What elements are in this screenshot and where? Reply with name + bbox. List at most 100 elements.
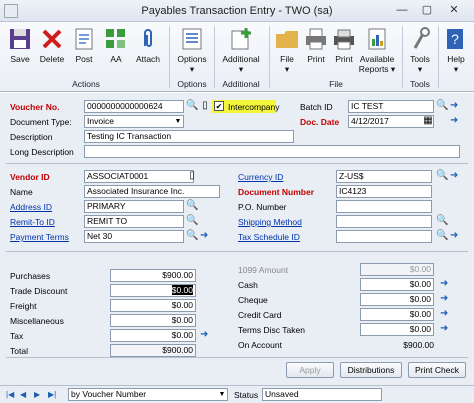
batch-id-label: Batch ID xyxy=(300,102,333,112)
vendor-id-label: Vendor ID xyxy=(10,172,50,182)
expand-arrow-icon[interactable]: ➜ xyxy=(440,308,450,320)
group-file: File xyxy=(329,79,343,89)
post-icon xyxy=(75,28,93,50)
attach-button[interactable]: Attach xyxy=(133,26,163,64)
ribbon-toolbar: Save Delete Post AA Attach Actions Optio… xyxy=(0,22,474,92)
status-bar: |◀ ◀ ▶ ▶| by Voucher Number ▼ Status Uns… xyxy=(0,385,474,403)
distributions-button[interactable]: Distributions xyxy=(340,362,402,378)
tools-button[interactable]: Tools ▾ xyxy=(406,26,434,74)
freight-field[interactable]: $0.00 xyxy=(110,299,196,312)
freight-label: Freight xyxy=(10,301,37,311)
next-record-icon[interactable]: ▶ xyxy=(34,389,44,401)
purchases-field[interactable]: $900.00 xyxy=(110,269,196,282)
post-button[interactable]: Post xyxy=(70,26,98,64)
remit-to-id-field[interactable]: REMIT TO xyxy=(84,215,184,228)
expand-arrow-icon[interactable]: ➜ xyxy=(450,115,460,127)
batch-id-field[interactable]: IC TEST xyxy=(348,100,434,113)
help-icon: ? xyxy=(447,29,463,49)
available-reports-button[interactable]: Available Reports ▾ xyxy=(356,26,398,74)
lookup-icon[interactable]: 🔍 xyxy=(436,230,448,242)
vendor-name-field[interactable]: Associated Insurance Inc. xyxy=(84,185,220,198)
file-button[interactable]: File ▾ xyxy=(274,26,300,74)
expand-arrow-icon[interactable]: ➜ xyxy=(440,323,450,335)
description-label: Description xyxy=(10,132,53,142)
po-number-field[interactable] xyxy=(336,200,432,213)
tax-field[interactable]: $0.00 xyxy=(110,329,196,342)
first-record-icon[interactable]: |◀ xyxy=(6,389,16,401)
cash-field[interactable]: $0.00 xyxy=(360,278,434,291)
trade-discount-field[interactable]: $0.00 xyxy=(110,284,196,297)
document-number-field[interactable]: IC4123 xyxy=(336,185,432,198)
note-icon[interactable]: ▯ xyxy=(186,170,198,182)
expand-arrow-icon[interactable]: ➜ xyxy=(450,170,460,182)
chevron-down-icon: ▾ xyxy=(284,64,290,74)
expand-arrow-icon[interactable]: ➜ xyxy=(200,230,210,242)
shipping-method-field[interactable] xyxy=(336,215,432,228)
currency-id-link[interactable]: Currency ID xyxy=(238,172,283,182)
on-account-label: On Account xyxy=(238,340,282,350)
long-description-field[interactable] xyxy=(84,145,460,158)
lookup-icon[interactable]: 🔍 xyxy=(436,170,448,182)
delete-button[interactable]: Delete xyxy=(38,26,66,64)
cheque-label: Cheque xyxy=(238,295,268,305)
printer-icon xyxy=(306,28,326,50)
note-icon[interactable]: ▯ xyxy=(199,100,211,112)
aa-button[interactable]: AA xyxy=(102,26,130,64)
shipping-method-link[interactable]: Shipping Method xyxy=(238,217,302,227)
status-field: Unsaved xyxy=(262,388,382,401)
address-id-field[interactable]: PRIMARY xyxy=(84,200,184,213)
options-button[interactable]: Options ▾ xyxy=(174,26,210,74)
expand-arrow-icon[interactable]: ➜ xyxy=(450,100,460,112)
payment-terms-link[interactable]: Payment Terms xyxy=(10,232,69,242)
lookup-icon[interactable]: 🔍 xyxy=(436,215,448,227)
document-type-select[interactable]: Invoice xyxy=(84,115,184,128)
analytical-accounting-icon xyxy=(106,29,125,48)
expand-arrow-icon[interactable]: ➜ xyxy=(440,278,450,290)
lookup-icon[interactable]: 🔍 xyxy=(186,200,198,212)
print-button[interactable]: Print xyxy=(302,26,330,64)
credit-card-field[interactable]: $0.00 xyxy=(360,308,434,321)
trade-discount-label: Trade Discount xyxy=(10,286,68,296)
print-setup-button[interactable]: Print xyxy=(330,26,358,64)
miscellaneous-field[interactable]: $0.00 xyxy=(110,314,196,327)
print-check-button[interactable]: Print Check xyxy=(408,362,466,378)
tax-schedule-field[interactable] xyxy=(336,230,432,243)
chevron-down-icon[interactable]: ▼ xyxy=(217,389,227,400)
maximize-button[interactable]: ▢ xyxy=(417,2,437,18)
tax-schedule-link[interactable]: Tax Schedule ID xyxy=(238,232,300,242)
voucher-no-field[interactable]: 0000000000000624 xyxy=(84,100,184,113)
lookup-icon[interactable]: 🔍 xyxy=(186,100,198,112)
apply-button[interactable]: Apply xyxy=(286,362,334,378)
minimize-button[interactable]: — xyxy=(392,2,412,18)
intercompany-checkbox[interactable]: ✔ xyxy=(214,101,224,111)
delete-x-icon xyxy=(42,29,62,49)
calendar-icon[interactable]: ▦ xyxy=(422,115,434,127)
expand-arrow-icon[interactable]: ➜ xyxy=(440,293,450,305)
payment-terms-field[interactable]: Net 30 xyxy=(84,230,184,243)
terms-disc-taken-field[interactable]: $0.00 xyxy=(360,323,434,336)
currency-id-field[interactable]: Z-US$ xyxy=(336,170,432,183)
total-field: $900.00 xyxy=(110,344,196,357)
last-record-icon[interactable]: ▶| xyxy=(48,389,58,401)
previous-record-icon[interactable]: ◀ xyxy=(20,389,30,401)
help-button[interactable]: ? Help ▾ xyxy=(442,26,470,74)
amount-1099-label: 1099 Amount xyxy=(238,265,289,275)
save-button[interactable]: Save xyxy=(6,26,34,64)
additional-button[interactable]: Additional ▾ xyxy=(218,26,264,74)
sort-by-select[interactable]: by Voucher Number xyxy=(68,388,228,401)
expand-arrow-icon[interactable]: ➜ xyxy=(450,230,460,242)
description-field[interactable]: Testing IC Transaction xyxy=(84,130,294,143)
group-tools: Tools xyxy=(410,79,430,89)
chevron-down-icon: ▾ xyxy=(453,64,459,74)
cheque-field[interactable]: $0.00 xyxy=(360,293,434,306)
expand-arrow-icon[interactable]: ➜ xyxy=(200,329,210,341)
folder-icon xyxy=(276,31,298,48)
address-id-link[interactable]: Address ID xyxy=(10,202,52,212)
lookup-icon[interactable]: 🔍 xyxy=(436,100,448,112)
close-button[interactable]: ✕ xyxy=(444,2,464,18)
lookup-icon[interactable]: 🔍 xyxy=(186,230,198,242)
remit-to-id-link[interactable]: Remit-To ID xyxy=(10,217,55,227)
vendor-id-field[interactable]: ASSOCIAT0001 xyxy=(84,170,194,183)
lookup-icon[interactable]: 🔍 xyxy=(186,215,198,227)
chevron-down-icon[interactable]: ▼ xyxy=(173,116,183,127)
